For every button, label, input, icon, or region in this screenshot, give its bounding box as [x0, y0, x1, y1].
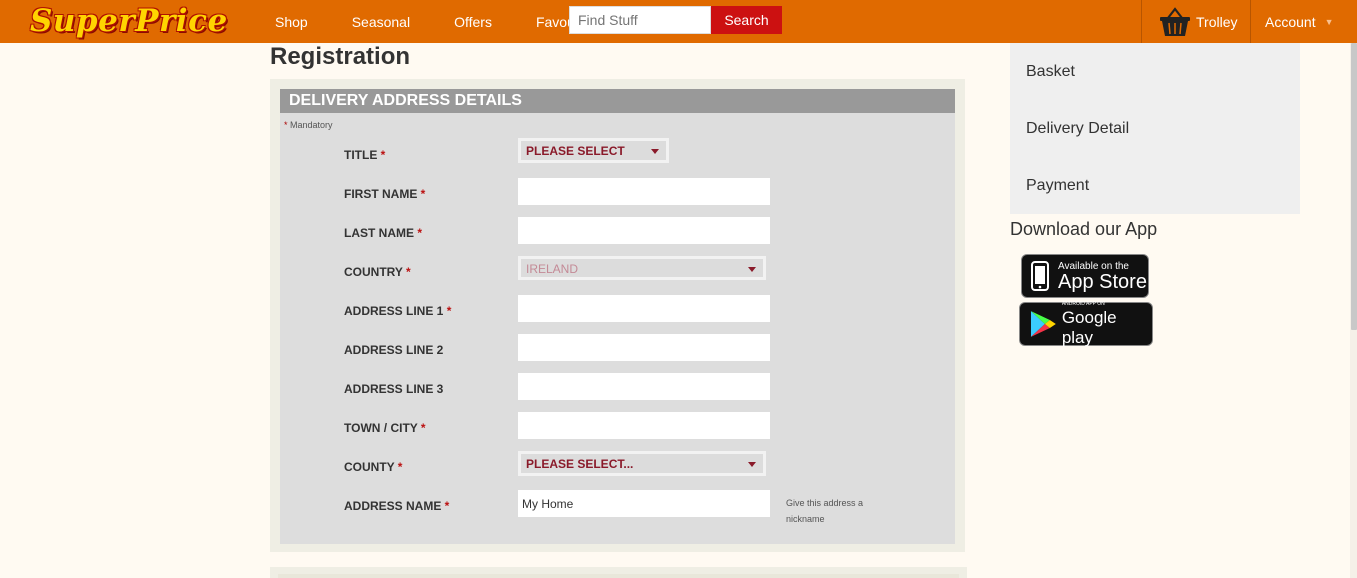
basket-icon: [1160, 7, 1190, 36]
title-label: TITLE *: [344, 148, 386, 162]
app-store-big-text: App Store: [1058, 270, 1147, 293]
town-city-field[interactable]: [518, 412, 770, 439]
address-line-1-label: ADDRESS LINE 1 *: [344, 304, 452, 318]
google-play-big-text: Google play: [1061, 307, 1117, 347]
nav-offers[interactable]: Offers: [454, 14, 492, 30]
top-navbar: SuperPrice Shop Seasonal Offers Favourit…: [0, 0, 1357, 43]
app-store-small-text: Available on the: [1058, 260, 1129, 272]
country-label: COUNTRY *: [344, 265, 411, 279]
phone-icon: [1031, 261, 1049, 291]
chevron-down-icon: [748, 267, 756, 272]
step-payment[interactable]: Payment: [1026, 177, 1089, 195]
checkout-steps-menu: Basket Delivery Detail Payment: [1010, 43, 1300, 214]
mandatory-note: * Mandatory: [284, 120, 333, 130]
title-select[interactable]: PLEASE SELECT: [518, 138, 669, 163]
county-label: COUNTY *: [344, 460, 403, 474]
section-title: DELIVERY ADDRESS DETAILS: [280, 89, 955, 113]
trolley-label: Trolley: [1196, 14, 1238, 30]
account-label: Account: [1265, 13, 1316, 30]
address-line-2-label: ADDRESS LINE 2: [344, 343, 444, 357]
app-store-badge[interactable]: Available on the App Store: [1021, 254, 1149, 298]
download-app-heading: Download our App: [1010, 219, 1158, 239]
search-button[interactable]: Search: [711, 6, 782, 34]
county-select[interactable]: PLEASE SELECT...: [518, 451, 766, 476]
address-line-2-field[interactable]: [518, 334, 770, 361]
step-delivery-detail[interactable]: Delivery Detail: [1026, 120, 1129, 138]
step-basket[interactable]: Basket: [1026, 63, 1075, 81]
page-scrollbar-thumb[interactable]: [1351, 43, 1357, 330]
chevron-down-icon: [651, 149, 659, 154]
google-play-badge[interactable]: ANDROID APP ON Google play: [1019, 300, 1153, 347]
address-line-3-label: ADDRESS LINE 3: [344, 382, 444, 396]
last-name-field[interactable]: [518, 217, 770, 244]
superprice-logo[interactable]: SuperPrice: [30, 3, 228, 39]
google-play-small-text: ANDROID APP ON: [1061, 300, 1105, 307]
caret-down-icon: ▼: [1324, 16, 1334, 27]
first-name-field[interactable]: [518, 178, 770, 205]
address-line-1-field[interactable]: [518, 295, 770, 322]
google-play-icon: [1030, 311, 1056, 337]
address-name-label: ADDRESS NAME *: [344, 499, 450, 513]
trolley-button[interactable]: Trolley: [1158, 5, 1238, 39]
address-line-3-field[interactable]: [518, 373, 770, 400]
nav-divider: [1250, 0, 1251, 43]
address-name-hint: Give this address a nickname: [786, 498, 864, 524]
last-name-label: LAST NAME *: [344, 226, 423, 240]
country-select: IRELAND: [518, 256, 766, 280]
nav-seasonal[interactable]: Seasonal: [352, 14, 410, 30]
nav-shop[interactable]: Shop: [275, 14, 308, 30]
page-title: Registration: [270, 43, 411, 70]
account-menu[interactable]: Account ▼: [1265, 0, 1334, 43]
search-input[interactable]: [569, 6, 711, 34]
nav-divider: [1141, 0, 1142, 43]
chevron-down-icon: [748, 462, 756, 467]
first-name-label: FIRST NAME *: [344, 187, 426, 201]
address-name-field[interactable]: [518, 490, 770, 517]
town-city-label: TOWN / CITY *: [344, 421, 426, 435]
next-section-panel: [270, 567, 967, 578]
